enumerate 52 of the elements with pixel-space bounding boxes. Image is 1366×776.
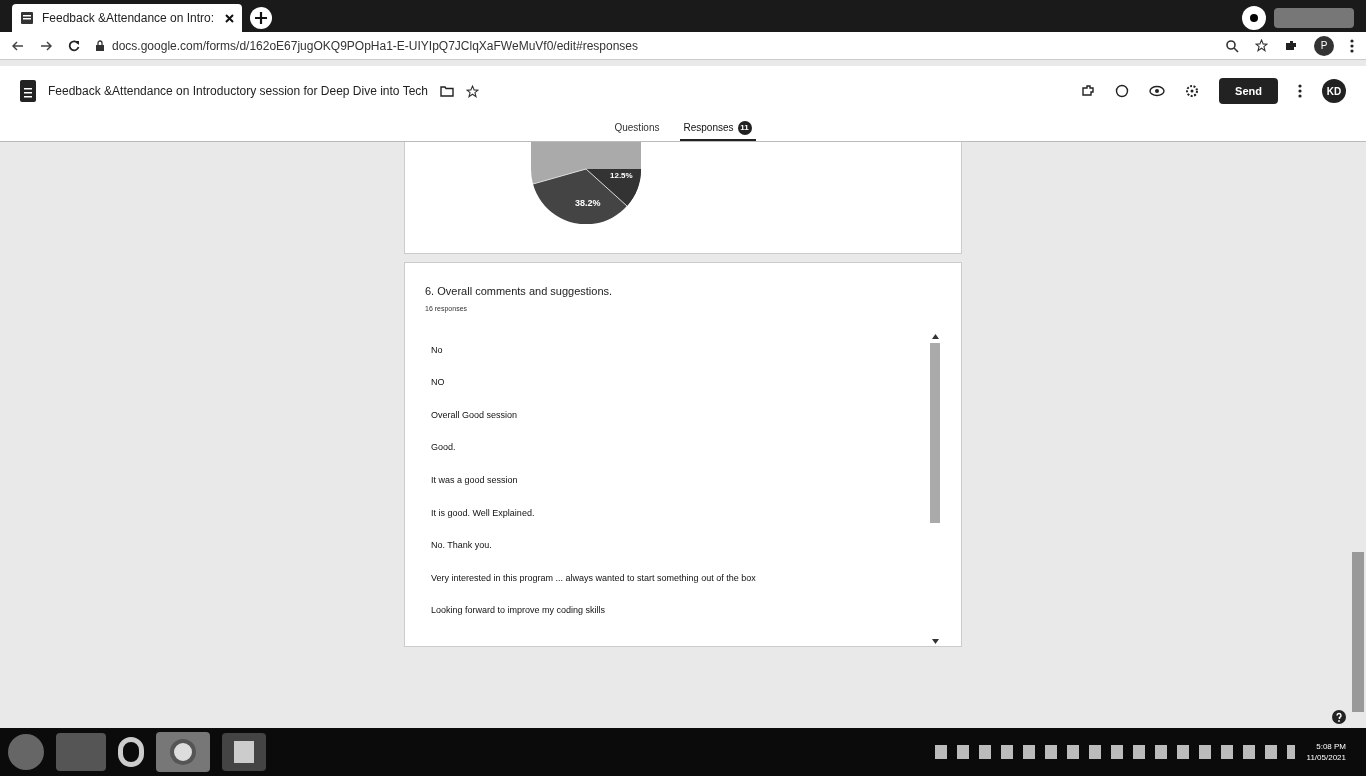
puzzle-icon[interactable] [1284, 38, 1298, 53]
response-text: It was a good session [430, 473, 519, 487]
scroll-up-icon[interactable] [931, 334, 939, 339]
count-badge: 11 [737, 120, 752, 135]
close-icon[interactable] [225, 13, 234, 23]
clock-date: 11/05/2021 [1306, 752, 1346, 763]
forms-icon [20, 11, 34, 25]
address-field[interactable]: docs.google.com/forms/d/162oE67jugOKQ9POpHa1-E-UIYIpQ7JClqXaFWeMuVf0/edit#responses [96, 36, 1209, 55]
slice-label: 12.5% [610, 170, 633, 182]
account-avatar[interactable]: KD [1322, 79, 1346, 103]
folder-icon[interactable] [440, 85, 454, 97]
opera-taskbar-icon[interactable] [118, 737, 144, 767]
star-icon[interactable] [1255, 39, 1268, 52]
send-button[interactable]: Send [1219, 77, 1278, 105]
record-icon[interactable] [1242, 6, 1266, 30]
clock-time: 5:08 PM [1316, 741, 1346, 752]
back-icon[interactable] [12, 40, 24, 51]
response-text: Overall Good session [430, 408, 519, 422]
palette-icon[interactable] [1115, 84, 1130, 98]
response-text: Looking forward to improve my coding skills [430, 604, 607, 618]
response-text: NO [430, 376, 446, 390]
response-text: It is good. Well Explained. [430, 506, 536, 520]
response-text: No [430, 343, 444, 357]
response-text: Very interested in this program ... always wanted to start something out of the box [430, 571, 757, 585]
reload-icon[interactable] [68, 39, 80, 52]
response-text: Good. [430, 441, 457, 455]
more-icon[interactable] [1298, 84, 1302, 98]
page-scrollbar[interactable] [1352, 552, 1364, 712]
word-taskbar-icon[interactable] [222, 733, 266, 771]
puzzle-icon[interactable] [1081, 84, 1096, 98]
tab-title: Feedback &Attendance on Intro: [42, 10, 215, 27]
question-title: 6. Overall comments and suggestions. [425, 284, 614, 299]
view-tab[interactable]: Questions [610, 116, 664, 141]
search-icon[interactable] [1225, 38, 1239, 53]
profile-avatar[interactable]: P [1314, 35, 1334, 56]
scrollbar[interactable] [929, 334, 941, 644]
slice-label: 38.2% [575, 197, 601, 210]
help-icon[interactable] [1332, 710, 1346, 724]
forms-logo-icon [20, 80, 36, 102]
scroll-down-icon[interactable] [931, 639, 939, 644]
settings-icon[interactable] [1185, 84, 1200, 98]
new-tab-button[interactable] [250, 7, 272, 29]
eye-icon[interactable] [1149, 85, 1166, 97]
forward-icon[interactable] [40, 40, 52, 51]
chrome-taskbar-icon[interactable] [156, 732, 210, 772]
response-text: No. Thank you. [430, 539, 493, 553]
menu-icon[interactable] [1350, 38, 1354, 53]
start-button[interactable] [8, 734, 44, 770]
star-icon[interactable] [466, 84, 479, 98]
browser-tab[interactable]: Feedback &Attendance on Intro: [12, 4, 242, 32]
form-title: Feedback &Attendance on Introductory session for Deep Dive into Tech [48, 83, 428, 100]
lock-icon [96, 40, 104, 51]
